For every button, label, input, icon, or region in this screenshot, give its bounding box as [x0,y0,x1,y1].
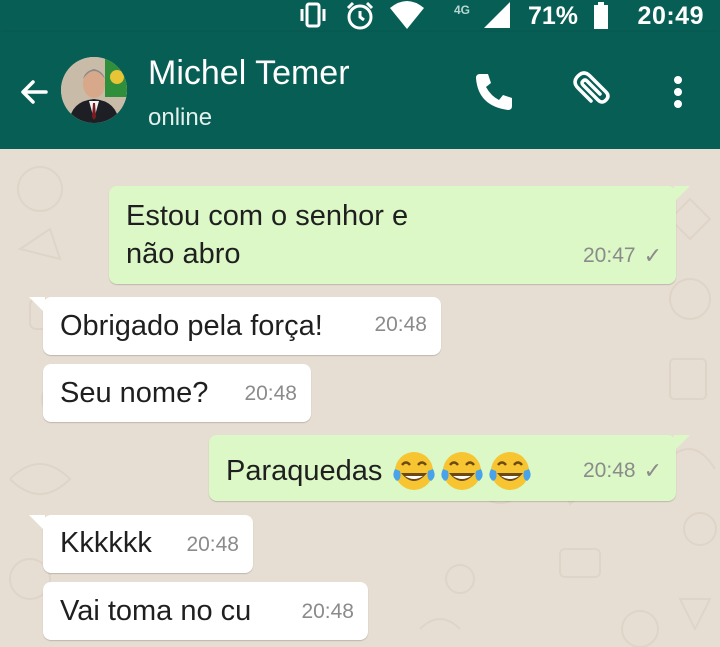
tears-of-joy-emoji [393,452,436,490]
network-type: 4G [453,3,470,17]
message-time: 20:48 [244,382,297,405]
sent-check-icon: ✓ [643,458,662,483]
message-text-row: Paraquedas [226,449,532,493]
message-bubble-incoming[interactable]: Kkkkkk 20:48 [29,515,253,573]
message-time: 20:47 [583,244,636,267]
clock-time: 20:49 [637,1,704,30]
bubble-tail [674,435,690,451]
vibrate-icon [300,2,326,28]
message-text-line-2: não abro [126,238,241,270]
message-text: Vai toma no cu [60,595,252,627]
attach-clip-icon[interactable] [566,68,614,116]
message-meta: 20:48 [244,375,297,412]
tears-of-joy-emoji [489,452,532,490]
message-meta: 20:47 ✓ [583,237,662,274]
message-text: Obrigado pela força! [60,310,323,342]
bubble-tail [29,297,45,313]
message-bubble-outgoing[interactable]: Estou com o senhor e não abro 20:47 ✓ [109,186,690,284]
message-meta: 20:48 ✓ [583,452,662,489]
signal-icon [484,2,510,28]
status-bar: 4G 71% 20:49 [0,0,720,32]
bubble-tail [674,186,690,202]
tears-of-joy-emoji [441,452,484,490]
message-bubble-outgoing[interactable]: Paraquedas 20:48 ✓ [209,435,690,501]
message-bubble-incoming[interactable]: Obrigado pela força! 20:48 [29,297,441,355]
battery-percent: 71% [527,1,578,30]
message-time: 20:48 [301,600,354,623]
battery-icon [594,2,608,29]
message-meta: 20:48 [374,306,427,343]
chat-header: Michel Temer online [0,32,720,149]
contact-status: online [148,104,213,131]
message-bubble-incoming[interactable]: Vai toma no cu 20:48 [43,582,368,640]
message-meta: 20:48 [301,593,354,630]
avatar-photo [61,57,127,123]
message-meta: 20:48 [186,526,239,563]
alarm-icon [346,1,374,30]
wifi-icon [390,1,424,29]
message-text-line-1: Estou com o senhor e [126,200,409,232]
message-time: 20:48 [374,313,427,336]
message-text: Kkkkkk [60,527,152,559]
message-text: Seu nome? [60,377,209,409]
call-icon[interactable] [470,68,518,116]
contact-avatar[interactable] [61,57,127,123]
sent-check-icon: ✓ [643,243,662,268]
chat-area[interactable]: Estou com o senhor e não abro 20:47 ✓ Ob… [0,149,720,647]
overflow-menu-icon[interactable] [654,68,702,116]
back-arrow-icon[interactable] [16,74,52,110]
message-time: 20:48 [186,533,239,556]
bubble-tail [29,515,45,531]
message-time: 20:48 [583,459,636,482]
message-text: Paraquedas [226,454,383,487]
contact-name[interactable]: Michel Temer [148,54,350,93]
message-bubble-incoming[interactable]: Seu nome? 20:48 [43,364,311,422]
